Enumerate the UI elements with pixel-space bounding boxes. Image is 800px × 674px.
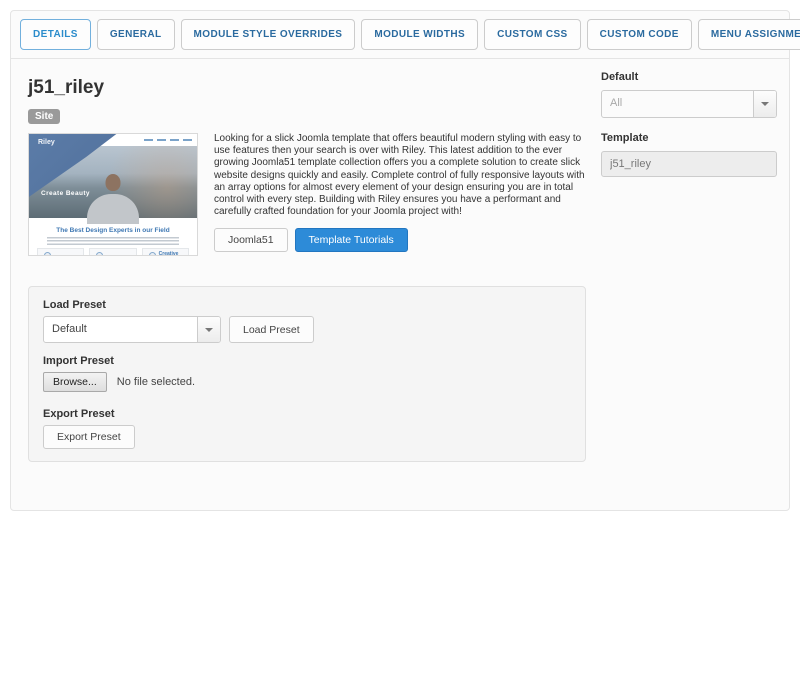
sidebar: Default All Template: [601, 71, 777, 177]
default-selected-value: All: [602, 91, 753, 117]
thumbnail-person-figure: [83, 174, 143, 218]
thumbnail-feature-tiles: Creative: [37, 248, 189, 256]
load-preset-button[interactable]: Load Preset: [229, 316, 314, 343]
chevron-down-icon[interactable]: [197, 317, 220, 342]
thumbnail-site-logo: Riley: [38, 139, 55, 146]
thumbnail-hero-caption: Create Beauty: [41, 190, 90, 197]
site-badge: Site: [28, 109, 60, 124]
thumbnail-section-heading: The Best Design Experts in our Field: [29, 227, 197, 234]
chevron-down-icon[interactable]: [753, 91, 776, 117]
thumbnail-text-lines: [47, 237, 179, 245]
tab-custom-code[interactable]: CUSTOM CODE: [587, 19, 692, 50]
details-tab-content: j51_riley Site Create Beauty Riley: [11, 59, 789, 478]
tab-bar: DETAILS GENERAL MODULE STYLE OVERRIDES M…: [11, 11, 789, 59]
export-preset-button[interactable]: Export Preset: [43, 425, 135, 449]
tab-custom-css[interactable]: CUSTOM CSS: [484, 19, 581, 50]
thumbnail-nav-links: [144, 139, 192, 141]
template-style-edit-page: DETAILS GENERAL MODULE STYLE OVERRIDES M…: [0, 0, 800, 674]
template-input: [601, 151, 777, 177]
import-preset-file-row: Browse... No file selected.: [43, 372, 571, 392]
tab-menu-assignment[interactable]: MENU ASSIGNMENT: [698, 19, 800, 50]
tab-module-style-overrides[interactable]: MODULE STYLE OVERRIDES: [181, 19, 356, 50]
template-tutorials-button[interactable]: Template Tutorials: [295, 228, 408, 252]
joomla51-button[interactable]: Joomla51: [214, 228, 288, 252]
thumbnail-tile-icon: [96, 252, 103, 256]
load-preset-select[interactable]: Default: [43, 316, 221, 343]
load-preset-row: Default Load Preset: [43, 316, 571, 343]
tab-module-widths[interactable]: MODULE WIDTHS: [361, 19, 478, 50]
file-selected-status: No file selected.: [117, 376, 195, 388]
browse-file-button[interactable]: Browse...: [43, 372, 107, 392]
description-column: Looking for a slick Joomla template that…: [214, 133, 586, 256]
template-description: Looking for a slick Joomla template that…: [214, 133, 586, 218]
tab-general[interactable]: GENERAL: [97, 19, 175, 50]
tab-details[interactable]: DETAILS: [20, 19, 91, 50]
preset-panel: Load Preset Default Load Preset Import P…: [28, 286, 586, 462]
description-buttons: Joomla51 Template Tutorials: [214, 228, 586, 252]
default-label: Default: [601, 71, 777, 83]
thumbnail-tile-icon: [149, 252, 156, 256]
template-style-panel: DETAILS GENERAL MODULE STYLE OVERRIDES M…: [10, 10, 790, 511]
load-preset-label: Load Preset: [43, 299, 571, 311]
export-preset-label: Export Preset: [43, 408, 571, 420]
template-label: Template: [601, 132, 777, 144]
import-preset-label: Import Preset: [43, 355, 571, 367]
template-thumbnail: Create Beauty Riley The Best Design Expe…: [28, 133, 198, 256]
thumbnail-tile-icon: [44, 252, 51, 256]
load-preset-selected-value: Default: [44, 317, 197, 342]
default-select[interactable]: All: [601, 90, 777, 118]
